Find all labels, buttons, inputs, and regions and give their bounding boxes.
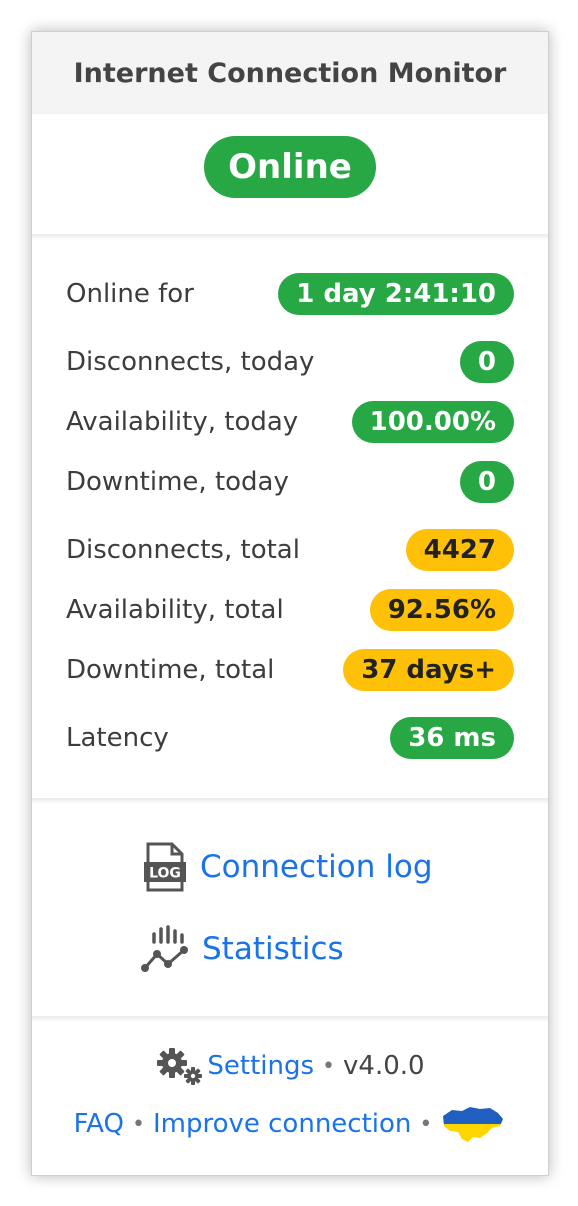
footer-line-settings: Settings • v4.0.0 bbox=[32, 1044, 548, 1088]
footer-line-links: FAQ • Improve connection • bbox=[32, 1102, 548, 1146]
statistics-chart-icon bbox=[140, 924, 190, 974]
stat-row-latency: Latency 36 ms bbox=[66, 716, 514, 760]
statistics-link[interactable]: Statistics bbox=[140, 924, 344, 974]
stat-row-disconnects-today: Disconnects, today 0 bbox=[66, 340, 514, 384]
stat-value-badge: 100.00% bbox=[351, 401, 514, 443]
stat-value-badge: 92.56% bbox=[369, 589, 514, 631]
panel-header: Internet Connection Monitor bbox=[32, 32, 548, 114]
divider bbox=[32, 234, 548, 240]
separator-dot: • bbox=[419, 1111, 433, 1137]
separator-dot: • bbox=[131, 1111, 145, 1137]
stat-value-badge: 0 bbox=[459, 461, 514, 503]
stat-value-badge: 1 day 2:41:10 bbox=[278, 273, 514, 315]
log-icon-text: LOG bbox=[149, 866, 181, 882]
ukraine-flag-icon[interactable] bbox=[440, 1104, 506, 1144]
stat-label: Downtime, today bbox=[66, 467, 289, 497]
stat-label: Availability, today bbox=[66, 407, 299, 437]
log-file-icon: LOG bbox=[142, 842, 188, 892]
stat-label: Availability, total bbox=[66, 595, 284, 625]
links-section: LOG Connection log Statistics bbox=[32, 802, 548, 1014]
connection-log-label[interactable]: Connection log bbox=[200, 849, 433, 885]
stat-row-availability-today: Availability, today 100.00% bbox=[66, 400, 514, 444]
stat-label: Latency bbox=[66, 723, 169, 753]
connection-log-link[interactable]: LOG Connection log bbox=[142, 842, 433, 892]
status-section: Online bbox=[32, 114, 548, 234]
improve-connection-link[interactable]: Improve connection bbox=[153, 1109, 411, 1139]
stat-value-badge: 37 days+ bbox=[343, 649, 514, 691]
stat-label: Online for bbox=[66, 279, 194, 309]
stat-row-online-for: Online for 1 day 2:41:10 bbox=[66, 272, 514, 316]
separator-dot: • bbox=[322, 1053, 336, 1079]
statistics-label[interactable]: Statistics bbox=[202, 931, 344, 967]
stat-label: Disconnects, today bbox=[66, 347, 315, 377]
online-status-badge: Online bbox=[204, 136, 376, 198]
stat-label: Disconnects, total bbox=[66, 535, 300, 565]
stat-value-badge: 0 bbox=[459, 341, 514, 383]
gears-icon bbox=[155, 1046, 205, 1086]
stat-row-disconnects-total: Disconnects, total 4427 bbox=[66, 528, 514, 572]
stat-row-downtime-total: Downtime, total 37 days+ bbox=[66, 648, 514, 692]
panel-title: Internet Connection Monitor bbox=[73, 57, 507, 89]
faq-link[interactable]: FAQ bbox=[74, 1109, 124, 1139]
stat-row-downtime-today: Downtime, today 0 bbox=[66, 460, 514, 504]
settings-link[interactable]: Settings bbox=[207, 1051, 314, 1081]
stat-value-badge: 36 ms bbox=[390, 717, 514, 759]
stat-value-badge: 4427 bbox=[405, 529, 514, 571]
stat-row-availability-total: Availability, total 92.56% bbox=[66, 588, 514, 632]
footer: Settings • v4.0.0 FAQ • Improve connecti… bbox=[32, 1022, 548, 1172]
version-label: v4.0.0 bbox=[343, 1051, 425, 1081]
stat-label: Downtime, total bbox=[66, 655, 275, 685]
monitor-panel: Internet Connection Monitor Online Onlin… bbox=[31, 31, 549, 1176]
